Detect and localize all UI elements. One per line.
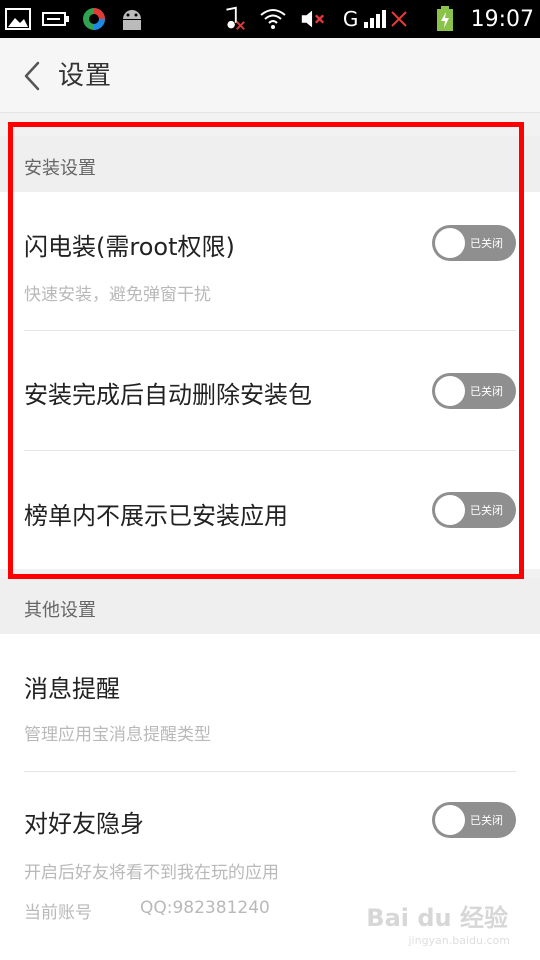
usb-icon: [42, 5, 70, 33]
music-muted-icon: [219, 5, 247, 33]
toggle-label: 已关闭: [470, 504, 503, 517]
toggle-label: 已关闭: [470, 814, 503, 827]
setting-row-flash-install[interactable]: 闪电装(需root权限) 快速安装，避免弹窗干扰 已关闭: [0, 192, 540, 330]
setting-title: 安装完成后自动删除安装包: [24, 381, 312, 409]
setting-title: 对好友隐身: [24, 810, 144, 838]
toggle-knob: [435, 228, 465, 258]
network-label: G: [342, 7, 359, 31]
toggle-knob: [435, 376, 465, 406]
setting-subtitle: 开启后好友将看不到我在玩的应用: [24, 863, 279, 883]
section-header-other: 其他设置: [0, 578, 540, 634]
invisible-toggle[interactable]: 已关闭: [432, 802, 516, 838]
app-icon: [80, 5, 108, 33]
install-settings-card: 闪电装(需root权限) 快速安装，避免弹窗干扰 已关闭 安装完成后自动删除安装…: [0, 192, 540, 569]
watermark-url: jingyan.baidu.com: [408, 934, 510, 947]
image-icon: [4, 5, 32, 33]
hide-installed-toggle[interactable]: 已关闭: [432, 492, 516, 528]
account-value: QQ:982381240: [140, 898, 270, 918]
title-bar: 设置: [0, 38, 540, 113]
clock: 19:07: [470, 6, 534, 32]
setting-title: 榜单内不展示已安装应用: [24, 502, 288, 530]
setting-row-auto-delete[interactable]: 安装完成后自动删除安装包 已关闭: [0, 331, 540, 450]
setting-row-message-reminder[interactable]: 消息提醒 管理应用宝消息提醒类型: [0, 634, 540, 771]
watermark-logo: Bai du 经验: [366, 904, 508, 932]
android-icon: [118, 5, 146, 33]
setting-title: 闪电装(需root权限): [24, 233, 235, 261]
auto-delete-toggle[interactable]: 已关闭: [432, 373, 516, 409]
setting-title: 消息提醒: [24, 675, 120, 703]
back-icon[interactable]: [20, 60, 44, 92]
setting-row-hide-installed[interactable]: 榜单内不展示已安装应用 已关闭: [0, 451, 540, 569]
section-header-install: 安装设置: [0, 136, 540, 192]
flash-install-toggle[interactable]: 已关闭: [432, 225, 516, 261]
toggle-label: 已关闭: [470, 385, 503, 398]
toggle-label: 已关闭: [470, 237, 503, 250]
setting-subtitle: 管理应用宝消息提醒类型: [24, 725, 211, 745]
account-label: 当前账号: [24, 903, 92, 923]
toggle-knob: [435, 495, 465, 525]
page-title: 设置: [58, 61, 113, 91]
setting-subtitle: 快速安装，避免弹窗干扰: [24, 285, 211, 305]
status-bar: G 19:07: [0, 0, 540, 38]
signal-icon: G: [339, 5, 419, 33]
volume-muted-icon: [299, 5, 327, 33]
wifi-icon: [259, 5, 287, 33]
toggle-knob: [435, 805, 465, 835]
battery-charging-icon: [431, 5, 459, 33]
